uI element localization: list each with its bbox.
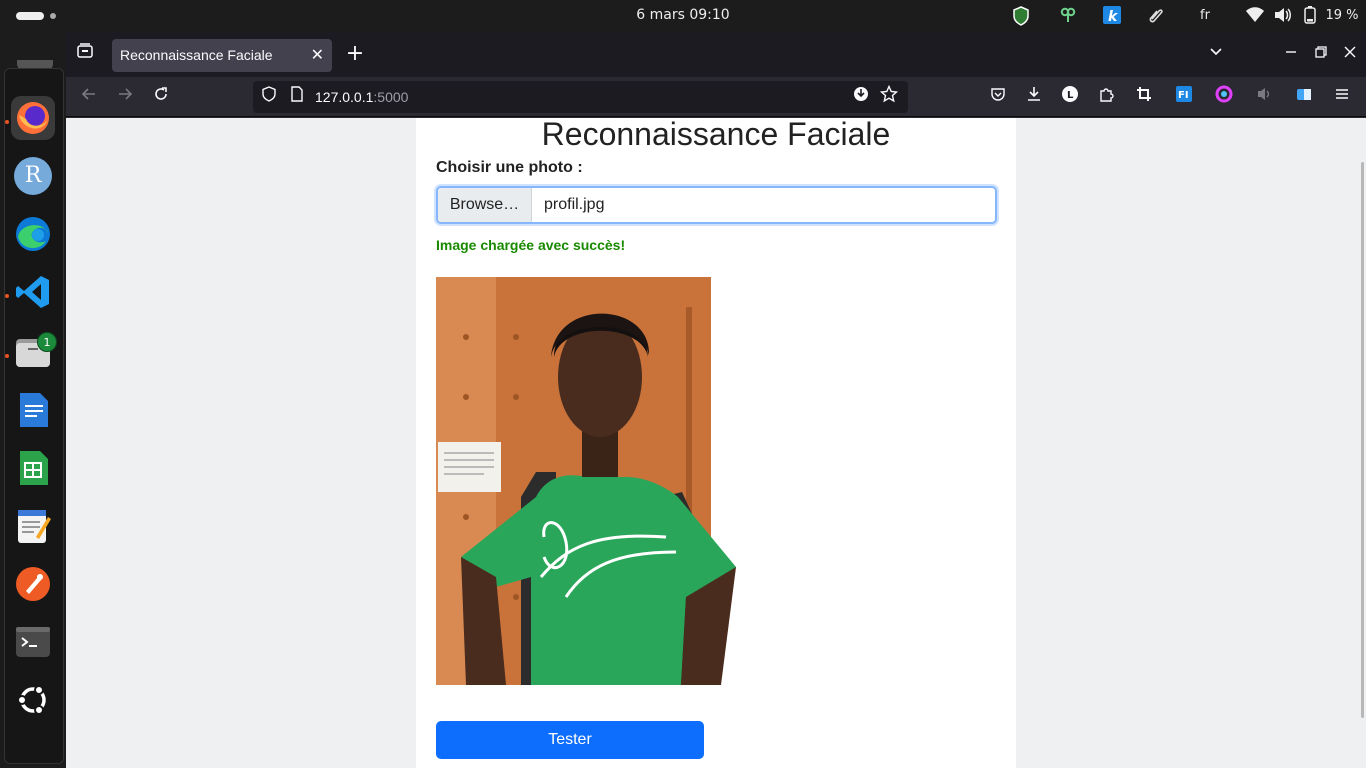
main-card: Reconnaissance Faciale Choisir une photo… [416, 118, 1016, 768]
dock: R 1 [0, 32, 66, 768]
text-editor-icon [14, 507, 52, 545]
calc-icon [14, 449, 52, 487]
writer-icon [14, 391, 52, 429]
browser-nav-bar: 127.0.0.1:5000 L FI [66, 77, 1366, 117]
shield-outline-icon[interactable] [257, 85, 281, 109]
system-top-bar: 6 mars 09:10 k fr 19 % [0, 0, 1366, 32]
firefox-icon [14, 99, 52, 137]
svg-text:L: L [1067, 90, 1074, 101]
uploaded-photo [436, 277, 747, 685]
dock-item-edge[interactable] [11, 212, 55, 256]
account-icon[interactable]: L [1058, 85, 1082, 109]
page-scrollbar[interactable] [1361, 162, 1364, 718]
url-text[interactable]: 127.0.0.1:5000 [315, 89, 408, 105]
running-indicator [5, 354, 9, 358]
battery-icon[interactable] [1303, 6, 1317, 26]
download-circle-icon[interactable] [849, 85, 873, 109]
tester-button[interactable]: Tester [436, 721, 704, 759]
clip-icon[interactable] [1146, 6, 1166, 26]
new-tab-icon[interactable]: + [343, 42, 367, 66]
dock-item-vscode[interactable] [11, 270, 55, 314]
star-icon[interactable] [877, 84, 901, 109]
downloads-icon[interactable] [1022, 85, 1046, 109]
dock-item-writer[interactable] [11, 388, 55, 432]
photo-label: Choisir une photo : [436, 159, 583, 176]
container-icon[interactable] [1292, 85, 1316, 109]
tab-title: Reconnaissance Faciale [120, 47, 273, 63]
clover-icon[interactable] [1058, 6, 1078, 26]
running-indicator [5, 120, 9, 124]
forward-icon[interactable] [113, 85, 137, 109]
svg-text:FI: FI [1178, 90, 1189, 101]
notification-badge: 1 [37, 332, 57, 352]
url-port: :5000 [373, 89, 409, 105]
color-picker-icon[interactable] [1212, 85, 1236, 109]
edge-icon [14, 215, 52, 253]
success-message: Image chargée avec succès! [436, 237, 626, 253]
url-bar[interactable]: 127.0.0.1:5000 [253, 81, 908, 113]
page-viewport: Reconnaissance Faciale Choisir une photo… [66, 118, 1366, 768]
battery-percent[interactable]: 19 % [1322, 6, 1362, 26]
wifi-icon[interactable] [1244, 6, 1266, 26]
dock-item-text-editor[interactable] [11, 504, 55, 548]
dock-item-r[interactable]: R [11, 154, 55, 198]
tab-overview-icon[interactable] [73, 42, 97, 66]
vscode-icon [14, 273, 52, 311]
menu-icon[interactable] [1330, 85, 1354, 109]
reload-icon[interactable] [149, 85, 173, 109]
kdeconnect-icon[interactable]: k [1102, 6, 1122, 26]
back-icon[interactable] [77, 85, 101, 109]
r-icon: R [14, 157, 52, 195]
translate-icon[interactable]: FI [1172, 85, 1196, 109]
dock-item-postman[interactable] [11, 562, 55, 606]
volume-icon[interactable] [1272, 6, 1294, 26]
dock-item-calc[interactable] [11, 446, 55, 490]
crop-icon[interactable] [1132, 85, 1156, 109]
chevron-down-icon[interactable] [1204, 42, 1228, 66]
extensions-icon[interactable] [1094, 85, 1118, 109]
language-indicator[interactable]: fr [1193, 6, 1217, 26]
shield-icon[interactable] [1011, 6, 1031, 26]
close-icon[interactable]: ✕ [311, 45, 324, 64]
dock-item-app-grid[interactable] [11, 678, 55, 722]
dock-item-terminal[interactable] [11, 620, 55, 664]
close-window-icon[interactable] [1338, 42, 1362, 66]
url-host: 127.0.0.1 [315, 89, 374, 105]
file-input[interactable]: Browse… profil.jpg [436, 186, 997, 224]
sound-icon[interactable] [1252, 85, 1276, 109]
postman-icon [14, 565, 52, 603]
browse-button[interactable]: Browse… [438, 188, 532, 222]
tab-reconnaissance-faciale[interactable]: Reconnaissance Faciale ✕ [112, 39, 332, 72]
page-title: Reconnaissance Faciale [541, 118, 891, 152]
browser-tab-bar: Reconnaissance Faciale ✕ + [66, 32, 1366, 77]
file-name: profil.jpg [544, 196, 605, 213]
restore-icon[interactable] [1309, 42, 1333, 66]
terminal-icon [14, 623, 52, 661]
pocket-icon[interactable] [986, 85, 1010, 109]
page-icon[interactable] [285, 85, 309, 109]
dock-item-firefox[interactable] [11, 96, 55, 140]
minimize-icon[interactable] [1279, 42, 1303, 66]
ubuntu-icon [14, 681, 52, 719]
running-indicator [5, 294, 9, 298]
